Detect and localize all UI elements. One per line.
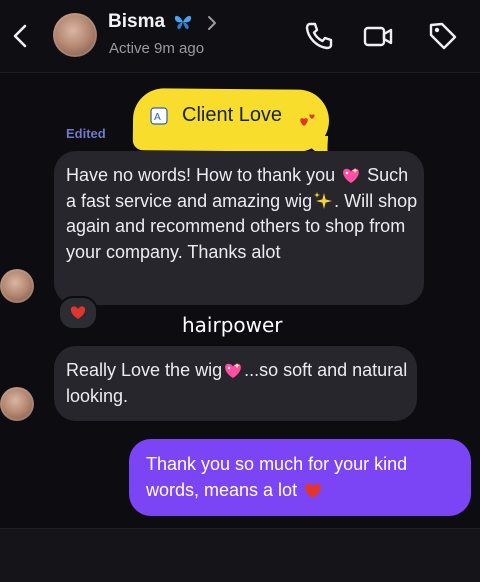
small-hearts-icon [300,114,315,126]
sender-avatar[interactable] [0,387,34,421]
sender-avatar[interactable] [0,269,34,303]
red-heart-icon [305,483,321,498]
message-composer[interactable] [0,528,480,582]
sticker-label: Client Love [182,104,283,126]
watermark-text: hairpower [182,313,283,337]
message-text: Thank you so much for your kind words, m… [146,454,408,500]
message-reaction[interactable] [58,296,98,330]
incoming-message-bubble[interactable]: Have no words! How to thank you Such a f… [54,151,424,305]
video-call-icon[interactable] [362,20,394,52]
back-arrow-icon[interactable] [8,22,32,50]
edited-label: Edited [66,126,106,141]
contact-avatar[interactable] [53,13,97,57]
chat-header: Bisma Active 9m ago [0,0,480,73]
contact-name[interactable]: Bisma [108,11,165,33]
outgoing-message-bubble[interactable]: Thank you so much for your kind words, m… [129,439,471,516]
phone-icon[interactable] [303,20,335,52]
message-text: Have no words! How to thank you Such a f… [66,165,418,262]
red-heart-icon [70,306,86,319]
message-text: Really Love the wig ...so soft and natur… [66,360,408,406]
chevron-right-icon[interactable] [206,14,218,32]
sparkling-heart-icon [343,168,360,183]
active-status: Active 9m ago [109,40,205,57]
svg-text:A: A [154,112,161,123]
translate-icon: A [150,107,168,125]
incoming-message-bubble[interactable]: Really Love the wig ...so soft and natur… [54,346,417,421]
tag-icon[interactable] [427,20,459,52]
sparkling-heart-icon [225,363,241,378]
sparkles-icon [314,191,333,209]
butterfly-icon [174,15,192,30]
